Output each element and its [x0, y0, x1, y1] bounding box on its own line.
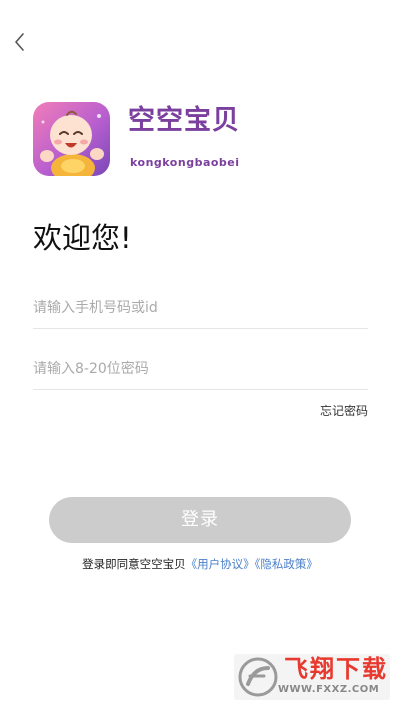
brand-subtitle: kongkongbaobei	[130, 156, 240, 169]
phone-input[interactable]	[33, 288, 368, 328]
phone-field-wrapper	[33, 288, 368, 329]
agreement-prefix: 登录即同意空空宝贝	[82, 557, 186, 571]
login-button[interactable]: 登录	[49, 497, 351, 543]
privacy-policy-link[interactable]: 《隐私政策》	[255, 557, 318, 571]
watermark-url: WWW.FXXZ.COM	[278, 684, 380, 695]
app-logo-icon	[33, 102, 110, 176]
watermark: 飞翔下载 WWW.FXXZ.COM	[234, 654, 390, 700]
back-button[interactable]	[10, 28, 34, 56]
user-agreement-link[interactable]: 《用户协议》	[186, 557, 255, 571]
password-input[interactable]	[33, 349, 368, 389]
brand-logo: 空空宝贝 kongkongbaobei	[128, 104, 268, 174]
watermark-logo-icon	[238, 657, 278, 697]
agreement-text: 登录即同意空空宝贝《用户协议》《隐私政策》	[0, 556, 400, 572]
forgot-password-link[interactable]: 忘记密码	[320, 402, 368, 419]
welcome-heading: 欢迎您!	[33, 221, 132, 255]
password-field-wrapper	[33, 349, 368, 390]
chevron-left-icon	[15, 33, 24, 51]
watermark-title: 飞翔下载	[284, 655, 388, 683]
brand-title: 空空宝贝	[128, 105, 240, 136]
